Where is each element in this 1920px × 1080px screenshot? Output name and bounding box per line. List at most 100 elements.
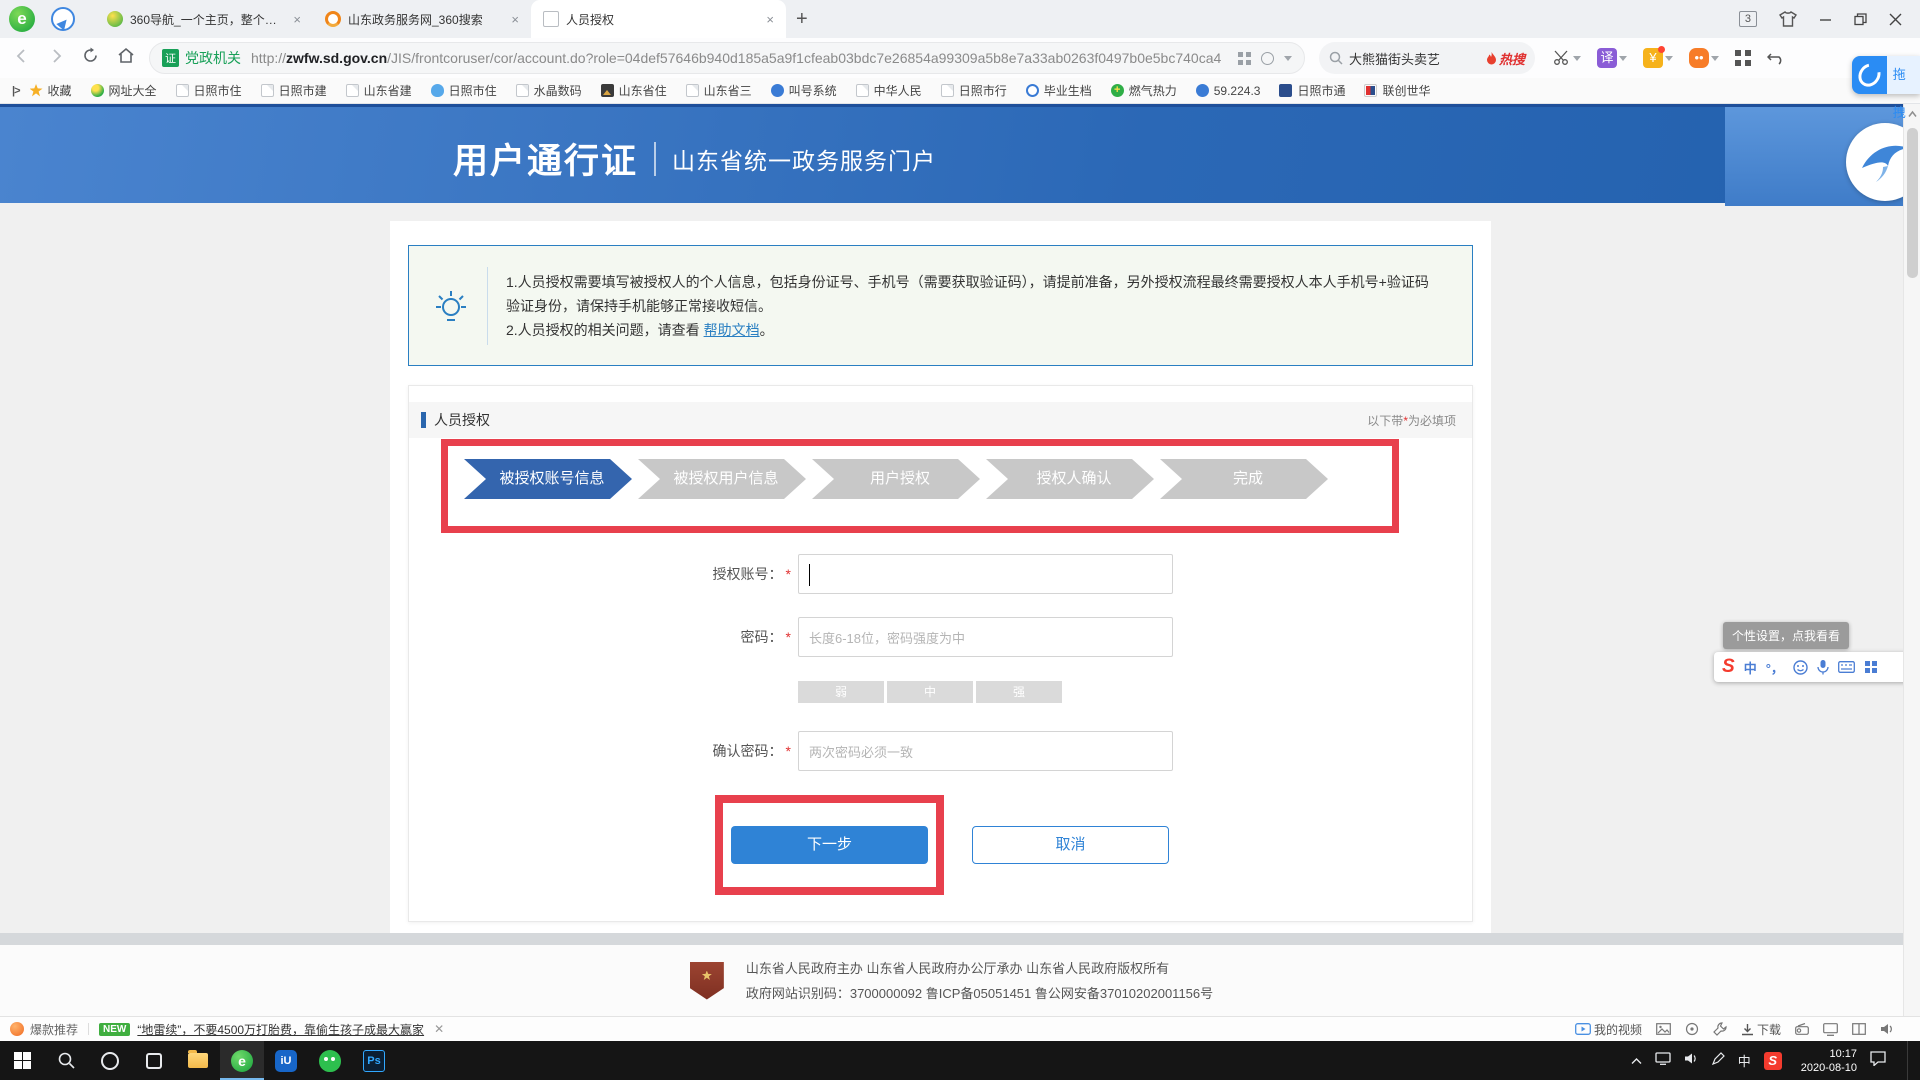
news-close-icon[interactable]: ✕ [434,1022,444,1036]
tray-pen-icon[interactable] [1712,1052,1725,1070]
bookmark-item[interactable]: 山东省三 [686,82,752,99]
sogou-logo-icon[interactable]: S [1722,656,1735,678]
new-tab-button[interactable]: + [796,8,808,31]
qr-code-icon[interactable] [1238,52,1251,65]
image-tool-icon[interactable] [1656,1023,1671,1035]
action-center-icon[interactable] [1870,1051,1886,1071]
cortana-button[interactable] [88,1041,132,1080]
bookmarks-expander-icon[interactable]: |> [12,85,20,97]
ime-toolbox-icon[interactable] [1864,660,1878,674]
url-dropdown-icon[interactable] [1284,56,1292,65]
confirm-password-input[interactable]: 两次密码必须一致 [798,731,1173,771]
radio-tool-icon[interactable] [1795,1023,1809,1035]
bookmark-item[interactable]: 叫号系统 [771,82,837,99]
ime-lang-toggle[interactable]: 中 [1744,658,1757,677]
promo-label[interactable]: 爆款推荐 [30,1021,78,1038]
wallet-shield-button[interactable]: ¥ [1643,48,1673,68]
iu-app-button[interactable]: iU [264,1041,308,1080]
tab-close-icon[interactable]: × [511,12,519,27]
hot-search-link[interactable]: 热搜 [1486,49,1525,68]
show-desktop-button[interactable] [1907,1041,1912,1080]
restore-button[interactable] [1854,13,1867,26]
bookmark-item[interactable]: 日照市通 [1279,82,1345,99]
screenshot-scissors-button[interactable] [1553,50,1581,66]
window-split-icon[interactable] [1852,1023,1866,1035]
game-center-button[interactable]: •• [1689,48,1719,68]
cancel-button[interactable]: 取消 [972,826,1169,864]
my-video-button[interactable]: 我的视频 [1575,1021,1642,1038]
reader-mode-icon[interactable] [1261,52,1274,65]
start-button[interactable] [0,1041,44,1080]
apps-grid-button[interactable] [1735,50,1751,66]
browser-360-logo-icon[interactable]: e [9,6,35,32]
bookmark-item[interactable]: 日照市住 [431,82,497,99]
home-button[interactable] [117,47,135,69]
ime-punctuation-toggle[interactable]: °， [1766,658,1784,677]
tab-count-badge[interactable]: 3 [1739,11,1757,27]
ime-toolbar[interactable]: S 中 °， [1714,652,1903,682]
bookmark-item[interactable]: 收藏 [30,82,72,99]
url-text[interactable]: http://zwfw.sd.gov.cn/JIS/frontcoruser/c… [251,50,1238,66]
bookmark-item[interactable]: 日照市住 [176,82,242,99]
bookmark-item[interactable]: 毕业生档 [1026,82,1092,99]
ime-mic-icon[interactable] [1817,659,1829,675]
download-button[interactable]: 下载 [1741,1021,1781,1038]
ime-tooltip[interactable]: 个性设置，点我看看 [1723,622,1849,649]
bookmark-item[interactable]: 中华人民 [856,82,922,99]
bookmark-item[interactable]: 水晶数码 [516,82,582,99]
file-explorer-button[interactable] [176,1041,220,1080]
tray-sogou-icon[interactable]: S [1764,1052,1782,1070]
browser-tab[interactable]: 360导航_一个主页，整个世界 × [95,0,313,38]
minimize-button[interactable] [1819,13,1832,26]
forward-button[interactable] [48,48,64,69]
photoshop-button[interactable]: Ps [352,1041,396,1080]
bookmark-item[interactable]: 网址大全 [91,82,157,99]
tray-volume-icon[interactable] [1684,1052,1699,1070]
back-button[interactable] [14,48,30,69]
sound-tool-icon[interactable] [1880,1023,1894,1035]
bookmark-item[interactable]: 59.224.3 [1196,84,1261,98]
browser-tab[interactable]: 山东政务服务网_360搜索 × [313,0,531,38]
tools-wrench-icon[interactable] [1713,1022,1727,1036]
tab-close-icon[interactable]: × [293,12,301,27]
bookmark-item[interactable]: 日照市行 [941,82,1007,99]
account-input[interactable] [798,554,1173,594]
close-window-button[interactable] [1889,13,1902,26]
bookmark-item[interactable]: 日照市建 [261,82,327,99]
news-headline-link[interactable]: “地雷续”，不要4500万打胎费，靠偷生孩子成最大赢家 [137,1021,424,1038]
taskbar-clock[interactable]: 10:17 2020-08-10 [1801,1047,1857,1075]
netdisk-drag-overlay[interactable]: 拖拽 [1852,56,1920,94]
tab-close-icon[interactable]: × [766,12,774,27]
page-scrollbar[interactable] [1903,104,1920,1041]
password-input[interactable]: 长度6-18位，密码强度为中 [798,617,1173,657]
refresh-button[interactable] [82,47,99,69]
help-doc-link[interactable]: 帮助文档 [704,322,760,338]
navigation-compass-icon[interactable] [51,7,75,31]
bookmark-icon [941,84,954,97]
bookmark-item[interactable]: 山东省建 [346,82,412,99]
scrollbar-thumb[interactable] [1907,128,1918,278]
browser-tab[interactable]: 人员授权 × [531,0,786,38]
bookmark-item[interactable]: 山东省住 [601,82,667,99]
address-bar[interactable]: 证 党政机关 http://zwfw.sd.gov.cn/JIS/frontco… [149,42,1305,74]
translate-button[interactable]: 译 [1597,48,1627,68]
tray-expand-icon[interactable] [1631,1052,1642,1070]
tray-network-icon[interactable] [1655,1052,1671,1070]
next-step-button[interactable]: 下一步 [731,826,928,864]
tray-language-indicator[interactable]: 中 [1738,1051,1751,1070]
browser-360-taskbar-button[interactable]: e [220,1041,264,1080]
monitor-tool-icon[interactable] [1823,1023,1838,1036]
task-view-button[interactable] [132,1041,176,1080]
bookmark-item[interactable]: 燃气热力 [1111,82,1177,99]
taskbar-search-button[interactable] [44,1041,88,1080]
ime-emoji-icon[interactable] [1793,660,1808,675]
wechat-button[interactable] [308,1041,352,1080]
undo-closed-tab-button[interactable] [1767,51,1785,65]
theme-shirt-icon[interactable] [1779,11,1797,27]
scroll-up-arrow[interactable] [1908,110,1917,119]
bookmark-item[interactable]: 联创世华 [1364,82,1430,99]
target-tool-icon[interactable] [1685,1022,1699,1036]
search-box[interactable]: 大熊猫街头卖艺 热搜 [1319,42,1535,74]
search-query[interactable]: 大熊猫街头卖艺 [1349,49,1486,68]
ime-keyboard-icon[interactable] [1838,661,1855,673]
